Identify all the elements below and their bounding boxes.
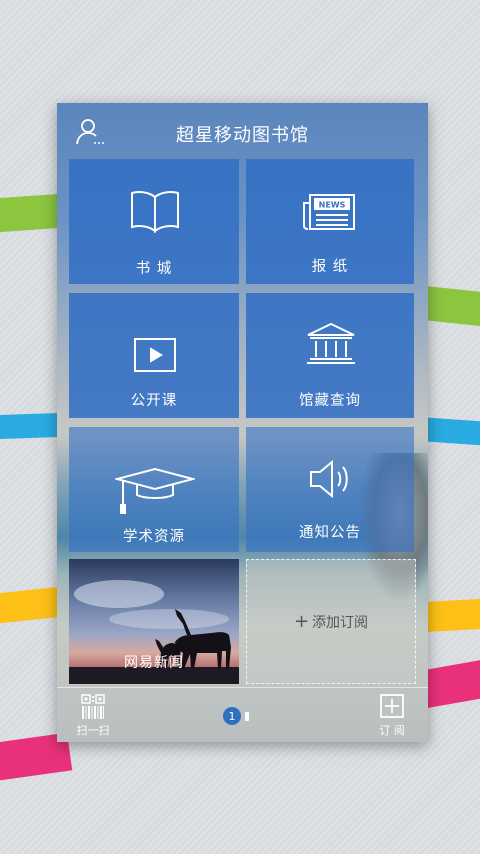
tile-bookstore-label: 书 城 [135, 261, 173, 277]
library-building-icon [304, 321, 358, 369]
ribbon-green-right [420, 285, 480, 329]
tile-newspaper-label: 报 纸 [311, 259, 349, 275]
subscribe-button[interactable]: 订 阅 [372, 694, 412, 740]
tile-library-search-label: 馆藏查询 [299, 393, 361, 409]
book-icon [129, 189, 181, 237]
subscribe-label: 订 阅 [379, 724, 405, 737]
tile-notices-label: 通知公告 [299, 525, 361, 541]
tile-library-search[interactable]: 馆藏查询 [246, 293, 414, 418]
user-icon[interactable] [75, 117, 105, 147]
add-box-icon [380, 694, 404, 722]
page-dot-current[interactable]: 1 [223, 707, 241, 725]
scan-label: 扫一扫 [76, 724, 110, 737]
newspaper-icon: NEWS [302, 193, 356, 235]
tile-academic-resources[interactable]: 学术资源 [69, 427, 239, 552]
add-subscription-tile[interactable]: + 添加订阅 [246, 559, 416, 684]
ribbon-blue-right [421, 417, 480, 447]
tile-academic-resources-label: 学术资源 [123, 529, 185, 545]
tile-open-course-label: 公开课 [130, 393, 178, 409]
speaker-icon [308, 457, 352, 505]
video-play-icon [133, 337, 177, 377]
tile-notices[interactable]: 通知公告 [246, 427, 414, 552]
scan-button[interactable]: 扫一扫 [71, 694, 115, 740]
tile-netease-news[interactable]: 网易新闻 [69, 559, 239, 684]
tile-netease-news-label: 网易新闻 [124, 655, 184, 671]
tile-newspaper[interactable]: NEWS 报 纸 [246, 159, 414, 284]
svg-text:NEWS: NEWS [319, 201, 346, 210]
qr-code-icon [81, 694, 105, 724]
page-title: 超星移动图书馆 [176, 125, 309, 146]
app-header: 超星移动图书馆 [57, 103, 428, 159]
tile-bookstore[interactable]: 书 城 [69, 159, 239, 284]
page-dot-next[interactable] [245, 711, 249, 721]
add-subscription-label: 添加订阅 [312, 614, 369, 631]
plus-icon: + [293, 611, 310, 632]
page-indicator: 1 [223, 706, 249, 726]
bottom-bar: 扫一扫 1 订 阅 [57, 687, 428, 742]
graduation-cap-icon [113, 467, 197, 521]
tile-open-course[interactable]: 公开课 [69, 293, 239, 418]
app-screen: 超星移动图书馆 书 城 NEWS 报 纸 公开课 馆藏查询 学术资源 通知公告 … [57, 103, 428, 742]
ribbon-yellow-right [421, 597, 480, 633]
